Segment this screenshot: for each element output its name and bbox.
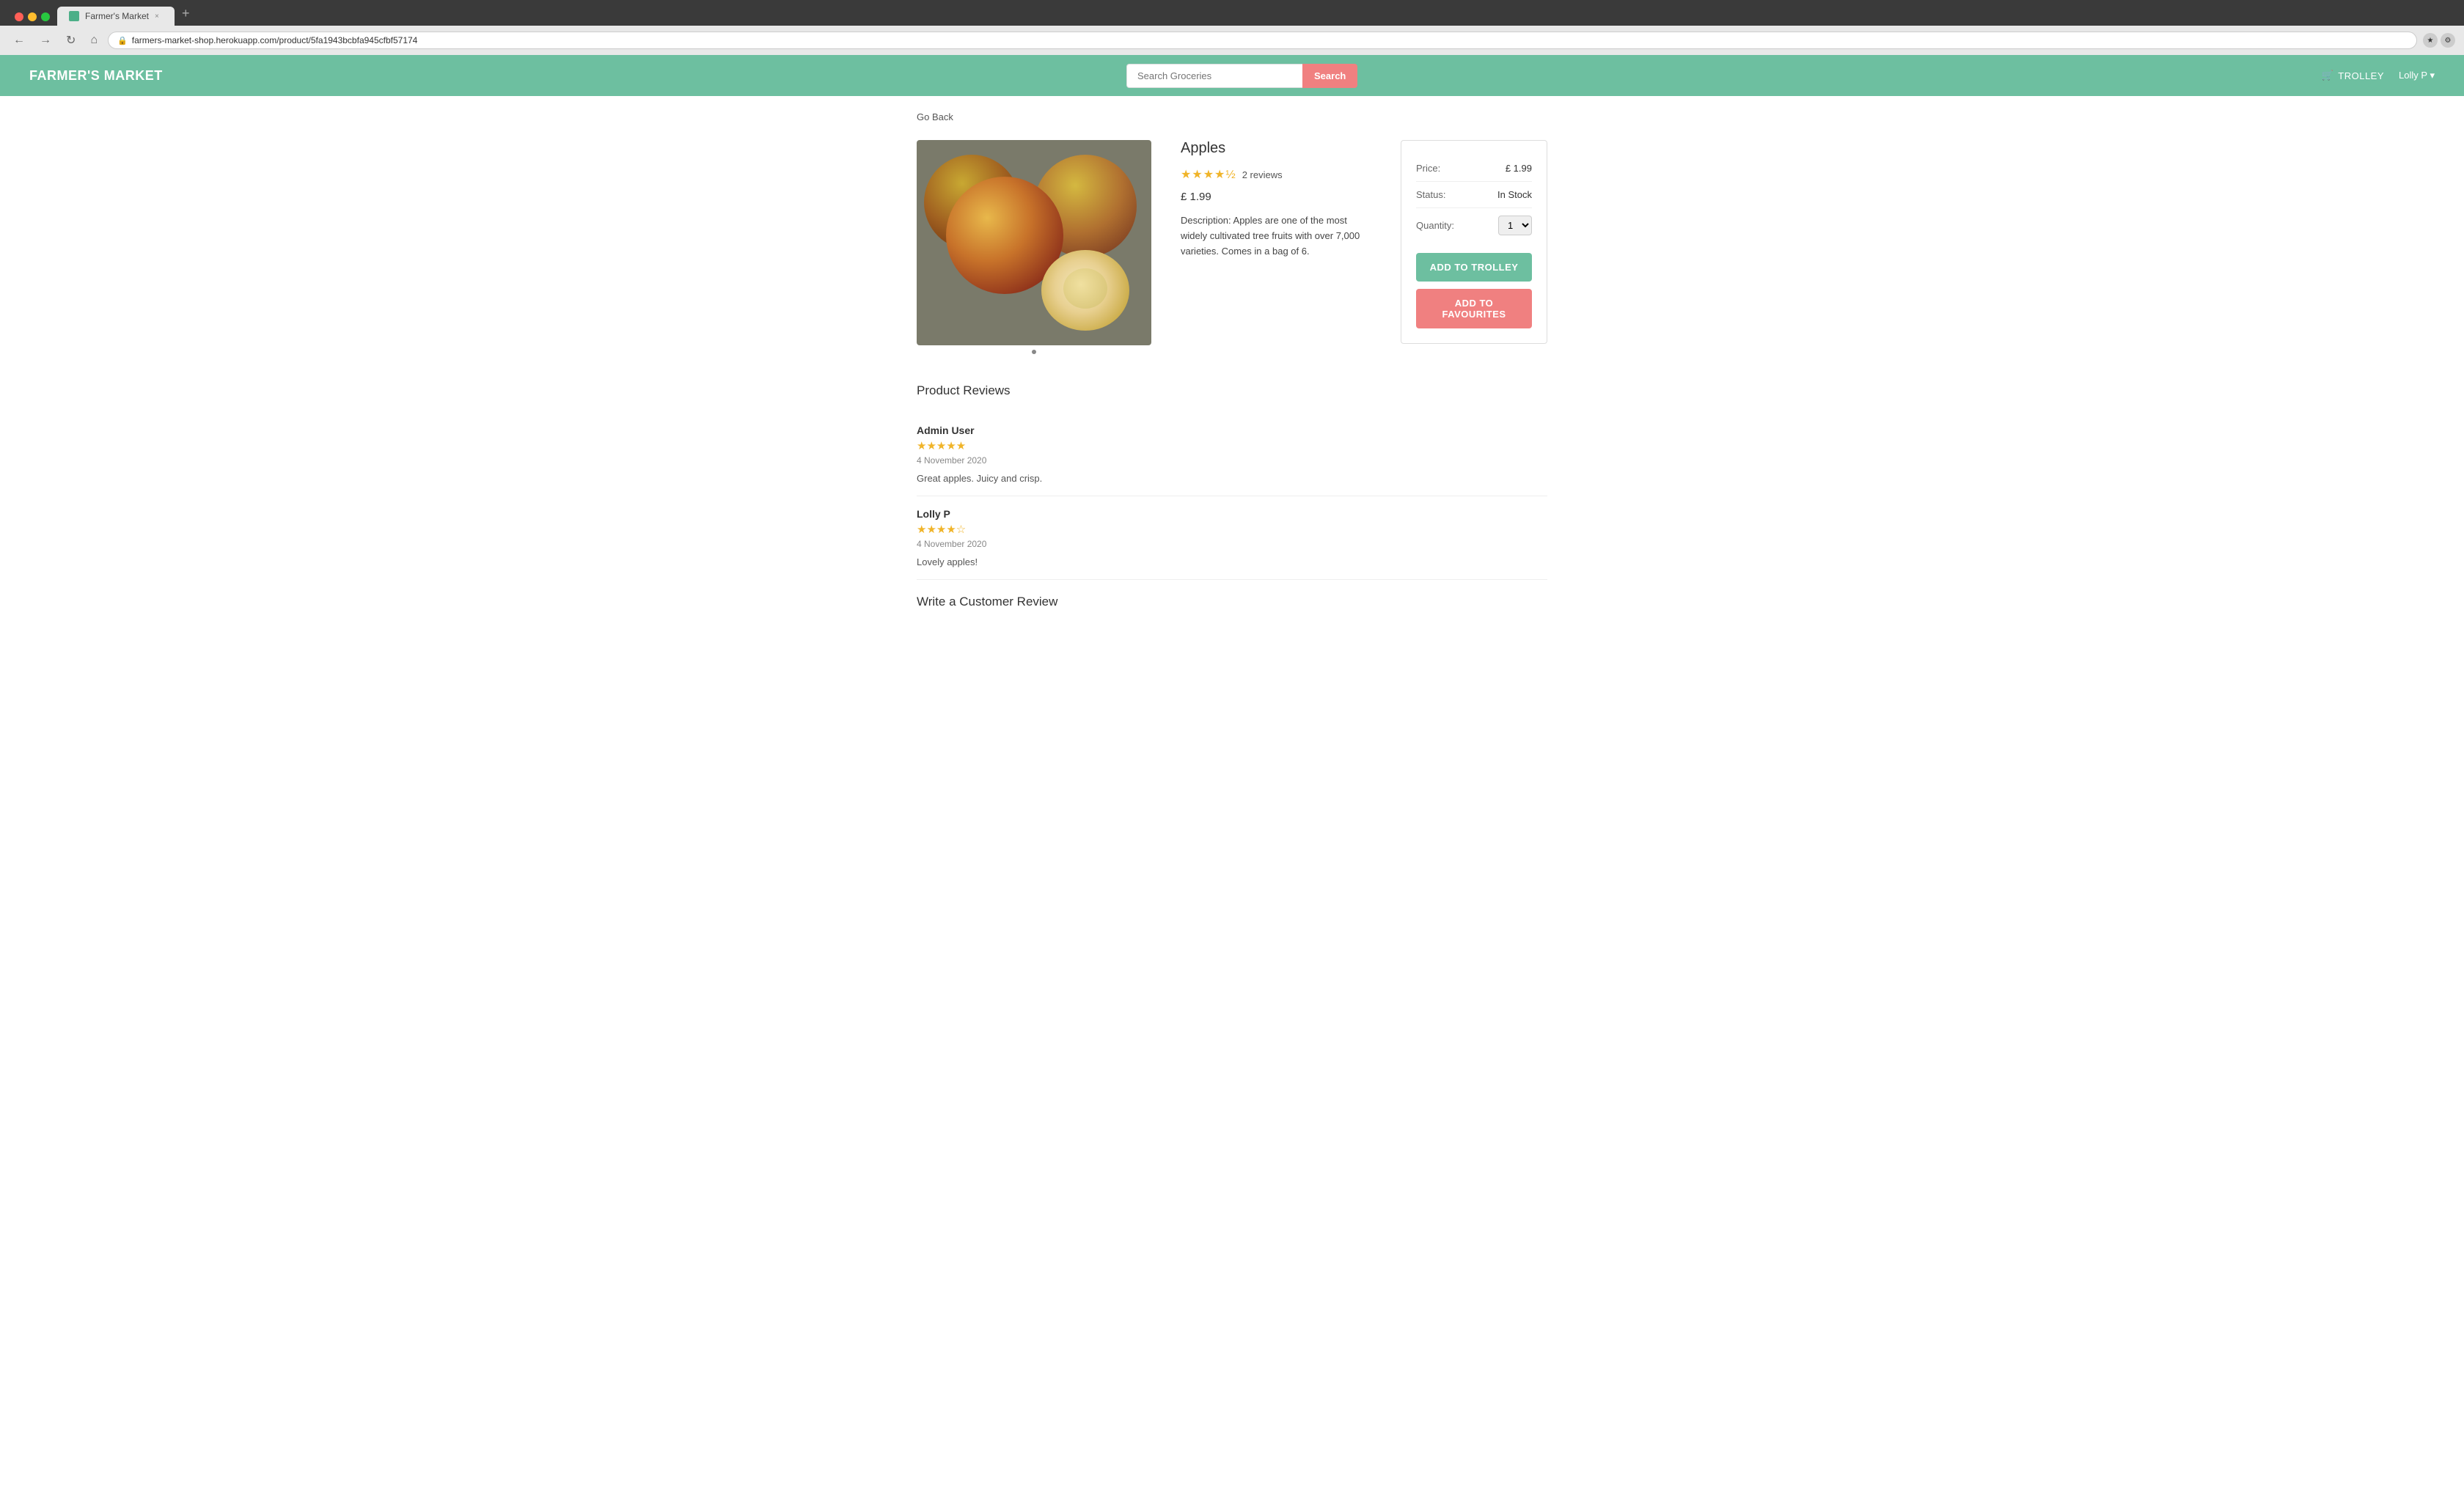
reviewer-name-1: Admin User [917, 424, 1547, 436]
extensions-icon[interactable]: ⚙ [2441, 33, 2455, 48]
quantity-label: Quantity: [1416, 220, 1454, 231]
status-label: Status: [1416, 189, 1445, 200]
product-section: Apples ★★★★½ 2 reviews £ 1.99 Descriptio… [917, 140, 1547, 354]
review-text-2: Lovely apples! [917, 556, 1547, 567]
lock-icon: 🔒 [117, 36, 128, 45]
user-dropdown[interactable]: Lolly P ▾ [2399, 70, 2435, 81]
review-text-1: Great apples. Juicy and crisp. [917, 473, 1547, 484]
actions-box: Price: £ 1.99 Status: In Stock Quantity:… [1401, 140, 1547, 344]
reviewer-name-2: Lolly P [917, 508, 1547, 520]
apple-slice-inner-decoration [1063, 268, 1107, 309]
tab-title: Farmer's Market [85, 11, 149, 21]
review-item: Admin User ★★★★★ 4 November 2020 Great a… [917, 413, 1547, 496]
price-label: Price: [1416, 163, 1440, 174]
review-stars-2: ★★★★☆ [917, 523, 1547, 536]
product-details: Apples ★★★★½ 2 reviews £ 1.99 Descriptio… [1181, 140, 1371, 354]
back-button[interactable]: ← [9, 32, 29, 48]
add-to-favourites-button[interactable]: ADD TO FAVOURITES [1416, 289, 1532, 328]
new-tab-button[interactable]: + [176, 6, 196, 26]
toolbar-icons: ★ ⚙ [2423, 33, 2455, 48]
navbar-right: 🛒 TROLLEY Lolly P ▾ [2322, 70, 2435, 81]
navbar: FARMER'S MARKET Search 🛒 TROLLEY Lolly P… [0, 55, 2464, 96]
browser-tab-active[interactable]: Farmer's Market × [57, 7, 175, 26]
search-input[interactable] [1126, 64, 1302, 88]
search-form: Search [1126, 64, 1357, 88]
image-indicator [917, 350, 1151, 354]
product-price: £ 1.99 [1181, 191, 1371, 203]
trolley-label: TROLLEY [2338, 70, 2384, 81]
url-display: farmers-market-shop.herokuapp.com/produc… [132, 35, 2408, 45]
status-value: In Stock [1497, 189, 1532, 200]
product-description: Description: Apples are one of the most … [1181, 213, 1371, 259]
traffic-light-green[interactable] [41, 12, 50, 21]
quantity-row: Quantity: 1 2 3 4 5 [1416, 208, 1532, 243]
bookmark-icon[interactable]: ★ [2423, 33, 2438, 48]
review-date-1: 4 November 2020 [917, 455, 1547, 466]
page-content: Go Back Apples [902, 96, 1562, 1511]
forward-button[interactable]: → [35, 32, 56, 48]
trolley-icon: 🛒 [2322, 70, 2334, 81]
user-name: Lolly P [2399, 70, 2427, 81]
product-actions: Price: £ 1.99 Status: In Stock Quantity:… [1401, 140, 1547, 354]
reload-button[interactable]: ↻ [62, 32, 80, 49]
review-count: 2 reviews [1242, 169, 1283, 180]
reviews-title: Product Reviews [917, 383, 1547, 398]
review-item-2: Lolly P ★★★★☆ 4 November 2020 Lovely app… [917, 496, 1547, 580]
traffic-light-yellow[interactable] [28, 12, 37, 21]
search-button[interactable]: Search [1302, 64, 1357, 88]
browser-toolbar: ← → ↻ ⌂ 🔒 farmers-market-shop.herokuapp.… [0, 26, 2464, 55]
product-image [917, 140, 1151, 345]
quantity-select[interactable]: 1 2 3 4 5 [1498, 216, 1532, 235]
go-back-link[interactable]: Go Back [917, 111, 953, 122]
reviews-section: Product Reviews Admin User ★★★★★ 4 Novem… [917, 383, 1547, 609]
home-button[interactable]: ⌂ [86, 32, 102, 48]
trolley-link[interactable]: 🛒 TROLLEY [2322, 70, 2384, 81]
tab-close-button[interactable]: × [155, 12, 159, 21]
product-rating: ★★★★½ 2 reviews [1181, 167, 1371, 182]
dropdown-arrow-icon: ▾ [2430, 70, 2435, 81]
review-date-2: 4 November 2020 [917, 539, 1547, 549]
status-row: Status: In Stock [1416, 182, 1532, 208]
review-stars-1: ★★★★★ [917, 439, 1547, 452]
tab-favicon [69, 11, 79, 21]
price-row: Price: £ 1.99 [1416, 155, 1532, 182]
rating-stars: ★★★★½ [1181, 167, 1236, 182]
product-image-container [917, 140, 1151, 354]
add-to-trolley-button[interactable]: ADD TO TROLLEY [1416, 253, 1532, 282]
price-value: £ 1.99 [1506, 163, 1532, 174]
write-review-title: Write a Customer Review [917, 595, 1547, 609]
traffic-light-red[interactable] [15, 12, 23, 21]
product-title: Apples [1181, 140, 1371, 157]
navbar-brand[interactable]: FARMER'S MARKET [29, 68, 163, 84]
image-dot-1 [1032, 350, 1036, 354]
browser-chrome: Farmer's Market × + [0, 0, 2464, 26]
address-bar[interactable]: 🔒 farmers-market-shop.herokuapp.com/prod… [108, 32, 2417, 49]
